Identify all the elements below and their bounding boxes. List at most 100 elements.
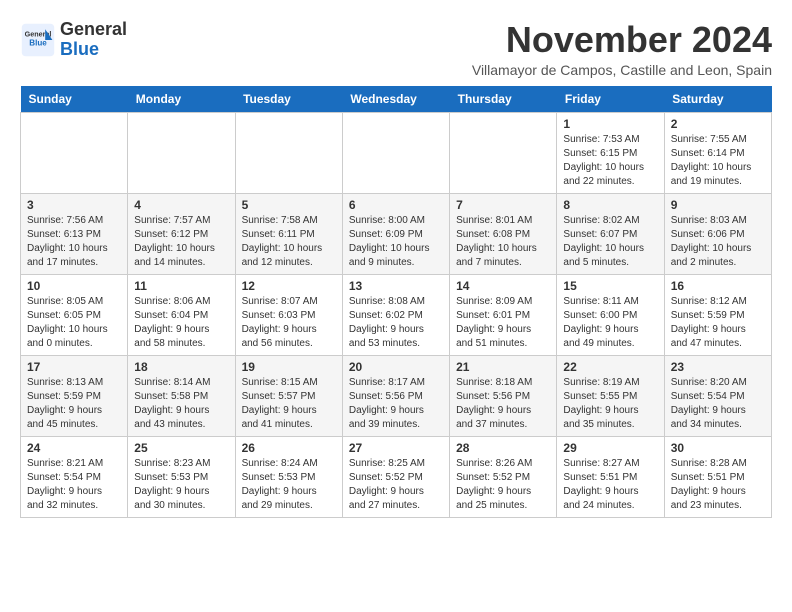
- day-number: 8: [563, 198, 657, 212]
- day-number: 2: [671, 117, 765, 131]
- day-number: 21: [456, 360, 550, 374]
- calendar-day-cell: 17 Sunrise: 8:13 AM Sunset: 5:59 PM Dayli…: [21, 355, 128, 436]
- day-info: Sunrise: 8:11 AM Sunset: 6:00 PM Dayligh…: [563, 295, 657, 351]
- day-info: Sunrise: 8:01 AM Sunset: 6:08 PM Dayligh…: [456, 214, 550, 270]
- calendar-day-cell: 28 Sunrise: 8:26 AM Sunset: 5:52 PM Dayli…: [450, 436, 557, 517]
- day-info: Sunrise: 7:57 AM Sunset: 6:12 PM Dayligh…: [134, 214, 228, 270]
- day-info: Sunrise: 7:55 AM Sunset: 6:14 PM Dayligh…: [671, 133, 765, 189]
- calendar-day-cell: 1 Sunrise: 7:53 AM Sunset: 6:15 PM Daylig…: [557, 112, 664, 193]
- calendar-day-cell: 2 Sunrise: 7:55 AM Sunset: 6:14 PM Daylig…: [664, 112, 771, 193]
- day-info: Sunrise: 8:17 AM Sunset: 5:56 PM Dayligh…: [349, 376, 443, 432]
- weekday-header-row: SundayMondayTuesdayWednesdayThursdayFrid…: [21, 86, 772, 113]
- day-info: Sunrise: 8:18 AM Sunset: 5:56 PM Dayligh…: [456, 376, 550, 432]
- day-info: Sunrise: 8:27 AM Sunset: 5:51 PM Dayligh…: [563, 457, 657, 513]
- calendar-day-cell: 5Sunrise: 7:58 AM Sunset: 6:11 PM Daylig…: [235, 193, 342, 274]
- day-number: 26: [242, 441, 336, 455]
- logo-general-text: General: [60, 19, 127, 39]
- day-info: Sunrise: 8:00 AM Sunset: 6:09 PM Dayligh…: [349, 214, 443, 270]
- day-number: 13: [349, 279, 443, 293]
- day-info: Sunrise: 7:53 AM Sunset: 6:15 PM Dayligh…: [563, 133, 657, 189]
- calendar-day-cell: [342, 112, 449, 193]
- day-number: 10: [27, 279, 121, 293]
- day-number: 6: [349, 198, 443, 212]
- day-info: Sunrise: 8:25 AM Sunset: 5:52 PM Dayligh…: [349, 457, 443, 513]
- calendar-day-cell: 6 Sunrise: 8:00 AM Sunset: 6:09 PM Daylig…: [342, 193, 449, 274]
- calendar-day-cell: 15Sunrise: 8:11 AM Sunset: 6:00 PM Dayli…: [557, 274, 664, 355]
- weekday-header: Monday: [128, 86, 235, 113]
- day-number: 7: [456, 198, 550, 212]
- calendar-day-cell: 25 Sunrise: 8:23 AM Sunset: 5:53 PM Dayli…: [128, 436, 235, 517]
- calendar-day-cell: 22Sunrise: 8:19 AM Sunset: 5:55 PM Dayli…: [557, 355, 664, 436]
- day-number: 4: [134, 198, 228, 212]
- day-info: Sunrise: 8:28 AM Sunset: 5:51 PM Dayligh…: [671, 457, 765, 513]
- day-number: 27: [349, 441, 443, 455]
- day-info: Sunrise: 8:26 AM Sunset: 5:52 PM Dayligh…: [456, 457, 550, 513]
- day-number: 22: [563, 360, 657, 374]
- logo-blue-text: Blue: [60, 39, 99, 59]
- day-info: Sunrise: 8:08 AM Sunset: 6:02 PM Dayligh…: [349, 295, 443, 351]
- day-number: 19: [242, 360, 336, 374]
- day-number: 3: [27, 198, 121, 212]
- calendar-day-cell: 21 Sunrise: 8:18 AM Sunset: 5:56 PM Dayli…: [450, 355, 557, 436]
- calendar-week-row: 24 Sunrise: 8:21 AM Sunset: 5:54 PM Dayli…: [21, 436, 772, 517]
- month-title: November 2024: [472, 20, 772, 60]
- svg-text:Blue: Blue: [29, 38, 47, 47]
- calendar-day-cell: 12 Sunrise: 8:07 AM Sunset: 6:03 PM Dayli…: [235, 274, 342, 355]
- day-number: 1: [563, 117, 657, 131]
- day-info: Sunrise: 8:02 AM Sunset: 6:07 PM Dayligh…: [563, 214, 657, 270]
- weekday-header: Friday: [557, 86, 664, 113]
- calendar-day-cell: 26Sunrise: 8:24 AM Sunset: 5:53 PM Dayli…: [235, 436, 342, 517]
- calendar-week-row: 1 Sunrise: 7:53 AM Sunset: 6:15 PM Daylig…: [21, 112, 772, 193]
- day-number: 17: [27, 360, 121, 374]
- calendar-day-cell: 13 Sunrise: 8:08 AM Sunset: 6:02 PM Dayli…: [342, 274, 449, 355]
- calendar-day-cell: 10 Sunrise: 8:05 AM Sunset: 6:05 PM Dayli…: [21, 274, 128, 355]
- calendar-week-row: 3 Sunrise: 7:56 AM Sunset: 6:13 PM Daylig…: [21, 193, 772, 274]
- day-number: 16: [671, 279, 765, 293]
- calendar-day-cell: 9Sunrise: 8:03 AM Sunset: 6:06 PM Daylig…: [664, 193, 771, 274]
- day-info: Sunrise: 8:03 AM Sunset: 6:06 PM Dayligh…: [671, 214, 765, 270]
- day-number: 25: [134, 441, 228, 455]
- day-info: Sunrise: 8:07 AM Sunset: 6:03 PM Dayligh…: [242, 295, 336, 351]
- day-info: Sunrise: 8:09 AM Sunset: 6:01 PM Dayligh…: [456, 295, 550, 351]
- page-header: General Blue General Blue November 2024 …: [20, 20, 772, 78]
- day-number: 12: [242, 279, 336, 293]
- calendar-day-cell: 18Sunrise: 8:14 AM Sunset: 5:58 PM Dayli…: [128, 355, 235, 436]
- calendar-day-cell: 27 Sunrise: 8:25 AM Sunset: 5:52 PM Dayli…: [342, 436, 449, 517]
- day-info: Sunrise: 8:06 AM Sunset: 6:04 PM Dayligh…: [134, 295, 228, 351]
- calendar-day-cell: [235, 112, 342, 193]
- day-info: Sunrise: 7:56 AM Sunset: 6:13 PM Dayligh…: [27, 214, 121, 270]
- weekday-header: Thursday: [450, 86, 557, 113]
- day-info: Sunrise: 8:23 AM Sunset: 5:53 PM Dayligh…: [134, 457, 228, 513]
- calendar-day-cell: 30 Sunrise: 8:28 AM Sunset: 5:51 PM Dayli…: [664, 436, 771, 517]
- day-info: Sunrise: 8:05 AM Sunset: 6:05 PM Dayligh…: [27, 295, 121, 351]
- weekday-header: Saturday: [664, 86, 771, 113]
- calendar-day-cell: 23Sunrise: 8:20 AM Sunset: 5:54 PM Dayli…: [664, 355, 771, 436]
- calendar-day-cell: [450, 112, 557, 193]
- location-text: Villamayor de Campos, Castille and Leon,…: [472, 62, 772, 78]
- calendar-day-cell: 19 Sunrise: 8:15 AM Sunset: 5:57 PM Dayli…: [235, 355, 342, 436]
- day-info: Sunrise: 7:58 AM Sunset: 6:11 PM Dayligh…: [242, 214, 336, 270]
- logo: General Blue General Blue: [20, 20, 127, 60]
- title-area: November 2024 Villamayor de Campos, Cast…: [472, 20, 772, 78]
- calendar-day-cell: [21, 112, 128, 193]
- day-number: 14: [456, 279, 550, 293]
- day-info: Sunrise: 8:15 AM Sunset: 5:57 PM Dayligh…: [242, 376, 336, 432]
- weekday-header: Tuesday: [235, 86, 342, 113]
- calendar-day-cell: [128, 112, 235, 193]
- calendar-week-row: 17 Sunrise: 8:13 AM Sunset: 5:59 PM Dayli…: [21, 355, 772, 436]
- calendar-day-cell: 3 Sunrise: 7:56 AM Sunset: 6:13 PM Daylig…: [21, 193, 128, 274]
- day-number: 28: [456, 441, 550, 455]
- day-number: 11: [134, 279, 228, 293]
- calendar-day-cell: 24 Sunrise: 8:21 AM Sunset: 5:54 PM Dayli…: [21, 436, 128, 517]
- day-info: Sunrise: 8:12 AM Sunset: 5:59 PM Dayligh…: [671, 295, 765, 351]
- day-info: Sunrise: 8:20 AM Sunset: 5:54 PM Dayligh…: [671, 376, 765, 432]
- day-number: 24: [27, 441, 121, 455]
- weekday-header: Wednesday: [342, 86, 449, 113]
- day-info: Sunrise: 8:21 AM Sunset: 5:54 PM Dayligh…: [27, 457, 121, 513]
- calendar-day-cell: 11 Sunrise: 8:06 AM Sunset: 6:04 PM Dayli…: [128, 274, 235, 355]
- weekday-header: Sunday: [21, 86, 128, 113]
- day-number: 30: [671, 441, 765, 455]
- day-info: Sunrise: 8:13 AM Sunset: 5:59 PM Dayligh…: [27, 376, 121, 432]
- calendar-day-cell: 29Sunrise: 8:27 AM Sunset: 5:51 PM Dayli…: [557, 436, 664, 517]
- calendar-week-row: 10 Sunrise: 8:05 AM Sunset: 6:05 PM Dayli…: [21, 274, 772, 355]
